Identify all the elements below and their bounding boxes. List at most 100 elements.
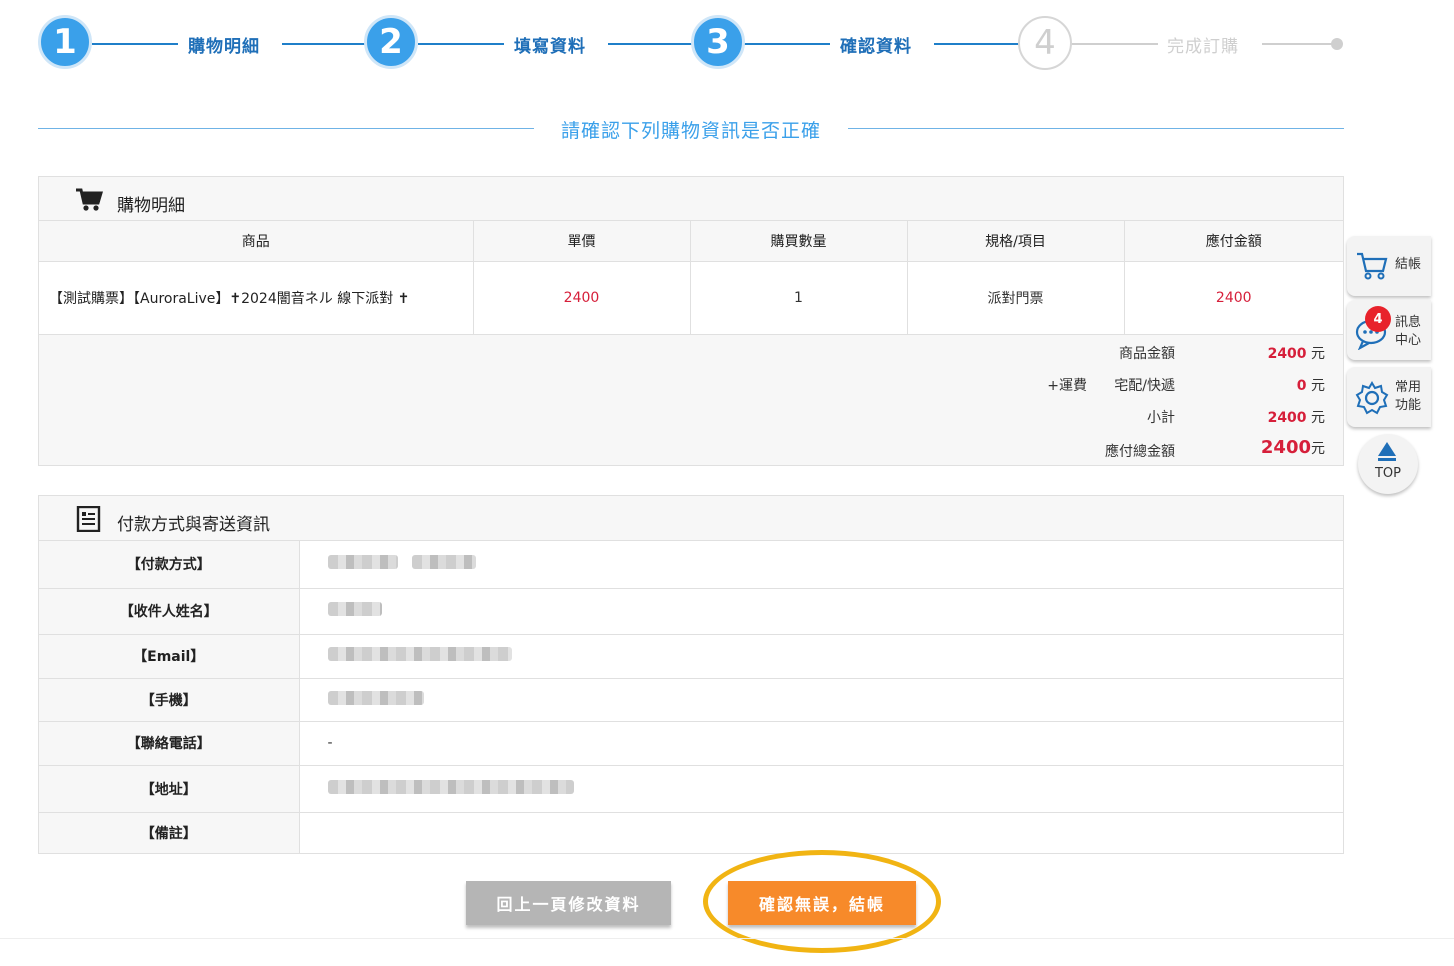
cart-panel: 購物明細 商品 單價 購買數量 規格/項目 應付金額 【測試購票】【Aurora…	[38, 176, 1344, 466]
table-row: 【收件人姓名】	[39, 588, 1343, 635]
table-row: 【Email】	[39, 634, 1343, 679]
table-row: 【備註】	[39, 812, 1343, 853]
back-edit-button[interactable]: 回上一頁修改資料	[466, 881, 671, 925]
info-label: 【Email】	[39, 634, 300, 679]
step-connector	[744, 43, 830, 45]
table-row: 【付款方式】	[39, 541, 1343, 589]
info-table: 【付款方式】 【收件人姓名】 【Email】 【手機】 【聯絡電話】 - 【地址…	[39, 541, 1343, 853]
summary-value: 2400 元	[1267, 345, 1325, 362]
message-count-badge: 4	[1365, 306, 1391, 332]
info-value	[299, 812, 1343, 853]
summary-total: 應付總金額 2400元	[1025, 436, 1325, 460]
info-value	[299, 678, 1343, 722]
step-connector	[934, 43, 1020, 45]
step-4-circle: 4	[1018, 16, 1072, 70]
info-label: 【付款方式】	[39, 541, 300, 589]
col-price: 單價	[473, 221, 691, 262]
step-1-circle: 1	[38, 15, 92, 69]
col-quantity: 購買數量	[690, 221, 908, 262]
step-connector	[282, 43, 368, 45]
step-end-dot	[1331, 38, 1343, 50]
step-2-label: 填寫資料	[514, 37, 586, 57]
step-connector	[1262, 43, 1334, 45]
product-name: 【測試購票】【AuroraLive】✝2024闇音ネル 線下派對 ✝	[39, 261, 474, 335]
summary-value: 0 元	[1296, 377, 1325, 394]
redacted-text	[327, 602, 382, 616]
arrow-up-icon	[1378, 442, 1396, 456]
confirm-checkout-button[interactable]: 確認無誤，結帳	[728, 881, 916, 925]
redacted-text	[327, 690, 424, 705]
heading-text: 請確認下列購物資訊是否正確	[560, 120, 821, 142]
redacted-text	[411, 555, 476, 570]
summary-label: 商品金額	[1119, 345, 1175, 362]
info-value	[299, 588, 1343, 635]
info-label: 【聯絡電話】	[39, 721, 300, 766]
col-amount: 應付金額	[1124, 221, 1343, 262]
product-quantity: 1	[690, 261, 908, 335]
step-connector	[418, 43, 504, 45]
shopping-cart-icon	[1357, 252, 1388, 280]
info-panel-header: 付款方式與寄送資訊	[39, 496, 1343, 541]
step-connector	[92, 43, 178, 45]
info-label: 【收件人姓名】	[39, 588, 300, 635]
redacted-text	[327, 647, 512, 661]
order-summary: 商品金額 2400 元 +運費 宅配/快遞 0 元 小計 2400 元 應付總金…	[39, 334, 1343, 465]
document-icon	[76, 506, 101, 532]
info-value	[299, 541, 1343, 589]
step-connector	[1070, 43, 1158, 45]
product-amount: 2400	[1124, 261, 1343, 335]
col-product: 商品	[39, 221, 474, 262]
back-to-top-button[interactable]: TOP	[1358, 434, 1418, 494]
cart-panel-header: 購物明細	[39, 177, 1343, 221]
table-row: 【測試購票】【AuroraLive】✝2024闇音ネル 線下派對 ✝ 2400 …	[39, 261, 1343, 335]
cart-table-header: 商品 單價 購買數量 規格/項目 應付金額	[39, 221, 1343, 262]
confirm-heading: 請確認下列購物資訊是否正確	[38, 114, 1344, 144]
info-value	[299, 634, 1343, 679]
sidebar-checkout-label: 結帳	[1395, 257, 1422, 272]
summary-label: 應付總金額	[1105, 443, 1175, 460]
col-spec: 規格/項目	[907, 221, 1125, 262]
step-connector	[608, 43, 694, 45]
step-2-circle: 2	[364, 15, 418, 69]
table-row: 【地址】	[39, 765, 1343, 813]
heading-line-left	[38, 128, 534, 129]
summary-value: 2400元	[1260, 436, 1325, 458]
gear-icon	[1355, 381, 1389, 415]
footer-divider	[0, 938, 1454, 939]
summary-shipping: +運費 宅配/快遞 0 元	[1025, 375, 1325, 397]
info-label: 【地址】	[39, 765, 300, 813]
step-3-label: 確認資料	[840, 37, 912, 57]
step-4-label: 完成訂購	[1167, 37, 1239, 57]
table-row: 【聯絡電話】 -	[39, 721, 1343, 766]
sidebar-common-functions-button[interactable]: 常用功能	[1347, 367, 1431, 427]
product-price: 2400	[473, 261, 691, 335]
summary-label: 宅配/快遞	[1114, 377, 1175, 394]
info-label: 【備註】	[39, 812, 300, 853]
sidebar-message-center-label: 訊息中心	[1395, 315, 1422, 348]
back-to-top-label: TOP	[1374, 466, 1401, 481]
info-panel-title: 付款方式與寄送資訊	[117, 515, 270, 535]
sidebar-message-center-button[interactable]: 4 訊息中心	[1347, 300, 1431, 360]
sidebar-checkout-button[interactable]: 結帳	[1347, 236, 1431, 296]
summary-subtotal: 小計 2400 元	[1025, 407, 1325, 429]
summary-value: 2400 元	[1267, 409, 1325, 426]
arrow-up-bar	[1378, 458, 1396, 461]
payment-shipping-panel: 付款方式與寄送資訊 【付款方式】 【收件人姓名】 【Email】 【手機】 【聯…	[38, 495, 1344, 854]
cart-panel-title: 購物明細	[117, 196, 185, 216]
sidebar-common-functions-label: 常用功能	[1395, 380, 1422, 413]
info-label: 【手機】	[39, 678, 300, 722]
summary-product-amount: 商品金額 2400 元	[1025, 343, 1325, 365]
heading-line-right	[848, 128, 1344, 129]
info-value: -	[299, 721, 1343, 766]
shipping-prefix: +運費	[1047, 377, 1087, 394]
step-1-label: 購物明細	[188, 37, 260, 57]
redacted-text	[327, 779, 574, 794]
step-3-circle: 3	[691, 15, 745, 69]
redacted-text	[327, 555, 398, 570]
table-row: 【手機】	[39, 678, 1343, 722]
info-value	[299, 765, 1343, 813]
checkout-steps: 1 購物明細 2 填寫資料 3 確認資料 4 完成訂購	[0, 0, 1454, 90]
summary-label: 小計	[1147, 409, 1175, 426]
cart-icon	[76, 188, 103, 211]
cart-table: 商品 單價 購買數量 規格/項目 應付金額 【測試購票】【AuroraLive】…	[39, 221, 1343, 335]
